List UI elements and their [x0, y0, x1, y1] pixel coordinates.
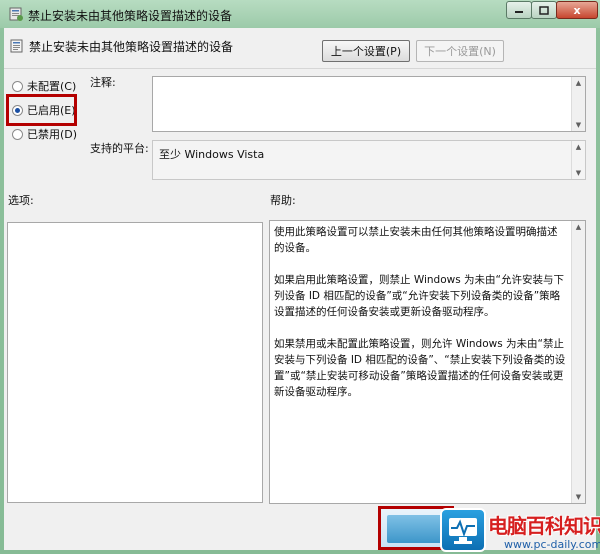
options-panel [7, 222, 263, 503]
options-label: 选项: [8, 194, 34, 207]
scroll-up-icon[interactable]: ▲ [572, 221, 585, 233]
platform-label: 支持的平台: [90, 142, 149, 155]
window-title: 禁止安装未由其他策略设置描述的设备 [28, 9, 233, 23]
radio-label: 未配置(C) [27, 80, 77, 93]
policy-window: 禁止安装未由其他策略设置描述的设备 x 禁止安装未由其他策略设置描述的设备 上一… [0, 0, 600, 554]
watermark: 电脑百科知识 www.pc-daily.com [440, 508, 600, 554]
radio-disabled[interactable]: 已禁用(D) [12, 126, 77, 142]
help-label: 帮助: [270, 194, 296, 207]
enabled-highlight-box [6, 94, 77, 126]
platform-value: 至少 Windows Vista [159, 148, 265, 161]
ok-button-face[interactable] [387, 515, 445, 543]
scroll-down-icon[interactable]: ▼ [572, 491, 585, 503]
watermark-title: 电脑百科知识 [488, 514, 600, 538]
dialog-client: 禁止安装未由其他策略设置描述的设备 上一个设置(P) 下一个设置(N) 未配置(… [4, 28, 596, 550]
watermark-logo [440, 508, 486, 552]
policy-title: 禁止安装未由其他策略设置描述的设备 [29, 40, 234, 54]
help-paragraph: 如果启用此策略设置，则禁止 Windows 为未由“允许安装与下列设备 ID 相… [274, 274, 564, 318]
platform-scrollbar[interactable]: ▲ ▼ [571, 141, 585, 179]
monitor-icon [449, 518, 477, 544]
maximize-icon [539, 5, 549, 15]
comment-scrollbar[interactable]: ▲ ▼ [571, 77, 585, 131]
help-scrollbar[interactable]: ▲ ▼ [571, 221, 585, 503]
minimize-icon [515, 11, 523, 13]
close-button[interactable]: x [556, 1, 598, 19]
title-bar[interactable]: 禁止安装未由其他策略设置描述的设备 x [0, 0, 600, 28]
policy-icon [9, 7, 23, 21]
policy-setting-icon [10, 39, 23, 53]
radio-label: 已禁用(D) [27, 128, 78, 141]
comment-label: 注释: [90, 76, 116, 89]
maximize-button[interactable] [531, 1, 557, 19]
scroll-up-icon[interactable]: ▲ [572, 141, 585, 153]
help-paragraph: 如果禁用或未配置此策略设置，则允许 Windows 为未由“禁止安装与下列设备 … [274, 338, 566, 398]
watermark-url: www.pc-daily.com [504, 538, 600, 551]
close-icon: x [573, 3, 581, 17]
next-setting-button[interactable]: 下一个设置(N) [416, 40, 504, 62]
previous-setting-button[interactable]: 上一个设置(P) [322, 40, 410, 62]
scroll-up-icon[interactable]: ▲ [572, 77, 585, 89]
radio-not-configured[interactable]: 未配置(C) [12, 78, 76, 94]
radio-circle[interactable] [12, 128, 23, 140]
platform-field: 至少 Windows Vista ▲ ▼ [152, 140, 586, 180]
radio-circle[interactable] [12, 80, 23, 92]
help-panel[interactable]: 使用此策略设置可以禁止安装未由任何其他策略设置明确描述的设备。 如果启用此策略设… [269, 220, 586, 504]
comment-textarea[interactable]: ▲ ▼ [152, 76, 586, 132]
header-divider [4, 68, 596, 69]
minimize-button[interactable] [506, 1, 532, 19]
help-paragraph: 使用此策略设置可以禁止安装未由任何其他策略设置明确描述的设备。 [274, 226, 558, 254]
scroll-down-icon[interactable]: ▼ [572, 119, 585, 131]
scroll-down-icon[interactable]: ▼ [572, 167, 585, 179]
